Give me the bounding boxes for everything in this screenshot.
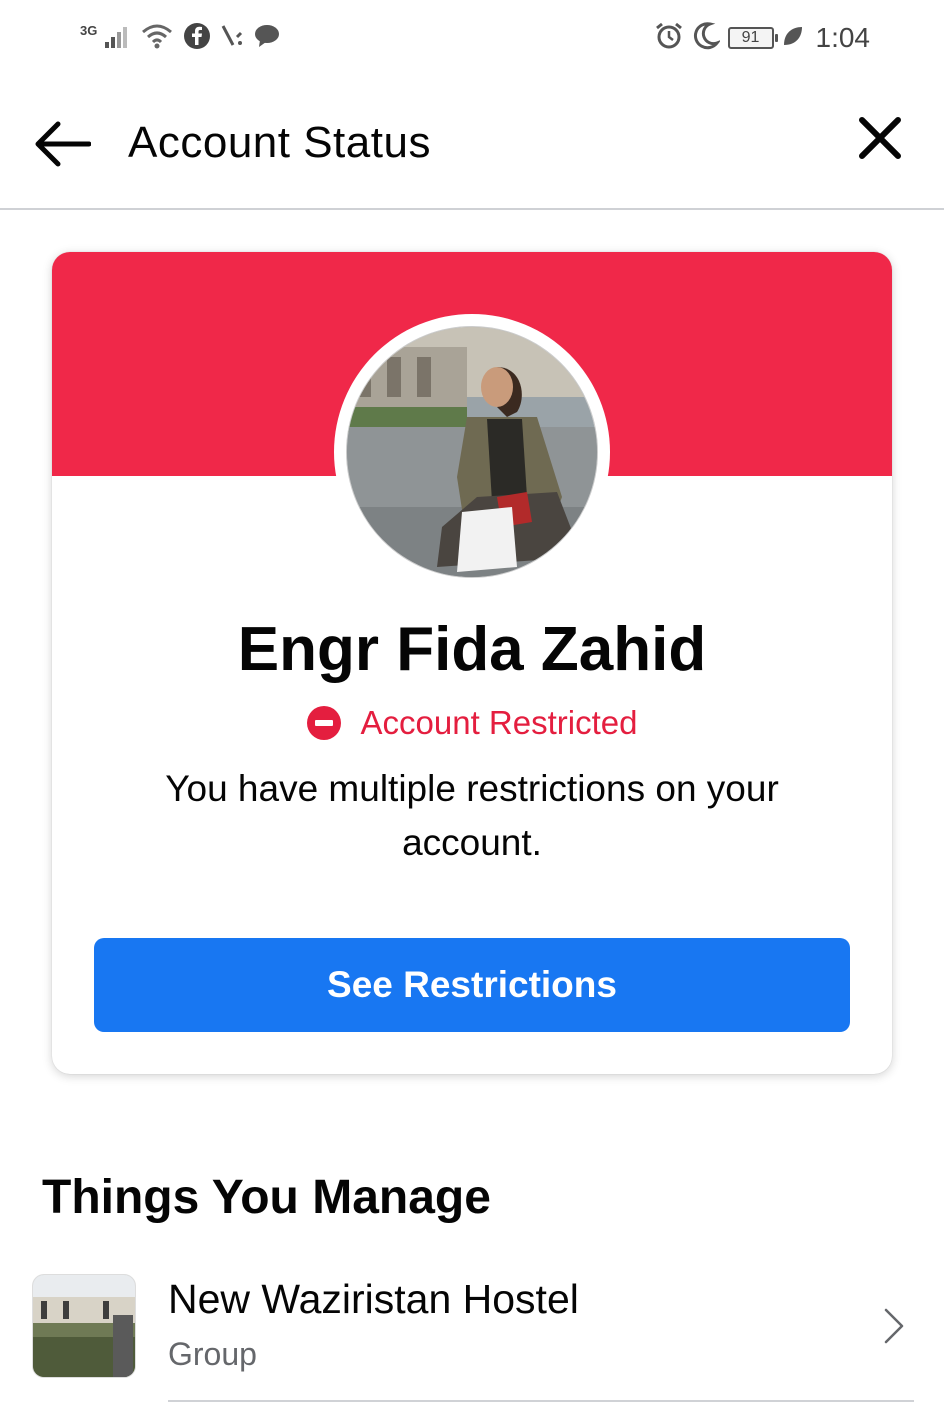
profile-name: Engr Fida Zahid [237, 615, 707, 684]
list-item[interactable]: New Waziristan Hostel Group [0, 1262, 944, 1406]
avatar [334, 314, 610, 590]
group-thumbnail [32, 1274, 136, 1378]
group-type-label: Group [168, 1336, 257, 1372]
restriction-description: You have multiple restrictions on your a… [165, 768, 779, 863]
account-status-label: Account Restricted [360, 704, 638, 741]
wifi-icon [141, 23, 175, 54]
status-bar: 3G 91 1:04 [0, 0, 944, 78]
facebook-icon [183, 22, 211, 55]
profile-photo [346, 326, 598, 578]
moon-icon [692, 21, 721, 56]
back-button[interactable] [30, 112, 94, 176]
account-status-card: Engr Fida Zahid Account Restricted You h… [52, 252, 892, 1074]
app-header: Account Status [0, 78, 944, 210]
signal-icon [105, 24, 133, 53]
section-title-things-you-manage: Things You Manage [42, 1171, 491, 1224]
tools-icon [219, 23, 245, 54]
see-restrictions-button[interactable]: See Restrictions [94, 938, 850, 1032]
close-icon [859, 117, 901, 159]
list-divider [168, 1400, 914, 1402]
account-status-row: Account Restricted [52, 704, 892, 742]
clock-time: 1:04 [815, 22, 871, 53]
alarm-icon [654, 21, 684, 56]
back-arrow-icon [35, 121, 91, 167]
close-button[interactable] [852, 110, 908, 166]
status-bar-right: 91 1:04 [654, 20, 871, 56]
restricted-icon [306, 706, 341, 740]
leaf-icon [782, 25, 804, 52]
group-title: New Waziristan Hostel [168, 1276, 579, 1322]
chevron-right-icon [884, 1308, 904, 1344]
status-bar-left: 3G [80, 20, 281, 56]
network-type-label: 3G [80, 22, 98, 38]
chat-bubble-icon [253, 23, 281, 54]
page-title: Account Status [128, 118, 431, 167]
battery-icon: 91 [727, 27, 778, 49]
